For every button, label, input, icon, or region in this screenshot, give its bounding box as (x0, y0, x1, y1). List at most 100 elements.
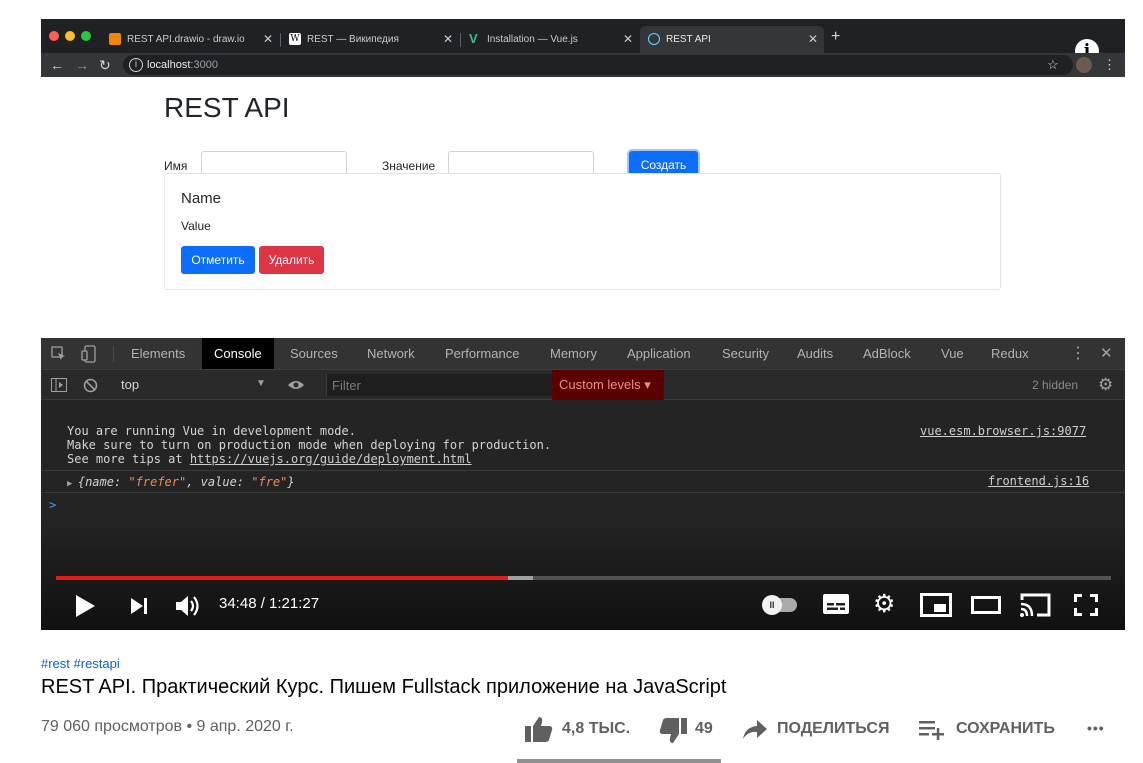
site-info-icon[interactable]: i (129, 58, 143, 72)
devtools-tab-adblock[interactable]: AdBlock (863, 338, 911, 369)
back-arrow-icon[interactable]: ← (50, 53, 64, 77)
next-video-icon[interactable] (129, 596, 149, 616)
console-settings-gear-icon[interactable]: ⚙ (1098, 375, 1113, 395)
time-display: 34:48 / 1:21:27 (219, 595, 320, 612)
new-tab-button[interactable]: + (831, 27, 840, 51)
cast-icon[interactable] (1019, 592, 1052, 618)
hashtags-link[interactable]: #rest #restapi (41, 656, 120, 671)
device-toolbar-icon[interactable] (81, 345, 97, 363)
volume-icon[interactable] (174, 593, 202, 619)
expand-triangle-icon[interactable]: ▶ (67, 479, 78, 489)
context-dropdown-icon[interactable]: ▼ (256, 378, 266, 389)
played-bar (56, 576, 508, 580)
devtools-tab-vue[interactable]: Vue (941, 338, 964, 369)
minimize-window-dot[interactable] (65, 31, 75, 41)
console-sidebar-icon[interactable] (51, 378, 67, 392)
tab-close-icon[interactable]: ✕ (808, 26, 818, 53)
forward-arrow-icon[interactable]: → (75, 53, 89, 77)
inspect-element-icon[interactable] (51, 346, 67, 362)
browser-tab-rest-api[interactable]: REST API ✕ (640, 26, 824, 53)
browser-menu-icon[interactable]: ⋮ (1103, 53, 1116, 77)
profile-avatar[interactable] (1076, 57, 1092, 73)
console-object-message[interactable]: ▶ {name: "frefer", value: "fre"} (67, 475, 295, 489)
tab-close-icon[interactable]: ✕ (623, 26, 633, 53)
console-source-link[interactable]: frontend.js:16 (988, 474, 1089, 488)
reload-icon[interactable]: ↻ (99, 53, 111, 77)
web-page: REST API Имя Значение Создать Name Value… (41, 77, 1125, 338)
dislike-thumb-icon[interactable] (659, 718, 687, 744)
card-name: Name (181, 190, 222, 207)
browser-toolbar: ← → ↻ i localhost:3000 ☆ ⋮ (41, 53, 1125, 77)
devtools-tab-console[interactable]: Console (202, 338, 274, 369)
devtools-tab-network[interactable]: Network (367, 338, 415, 369)
subtitles-icon[interactable] (823, 594, 849, 614)
tab-label: REST API (666, 34, 711, 45)
console-prompt[interactable]: > (49, 498, 56, 512)
hidden-count: 2 hidden (1032, 378, 1079, 392)
devtools-tab-performance[interactable]: Performance (445, 338, 519, 369)
autoplay-toggle[interactable]: II (762, 595, 797, 615)
browser-tabbar: REST API.drawio - draw.io ✕ W REST — Вик… (41, 19, 1125, 63)
tab-label: REST — Википедия (307, 34, 399, 45)
more-actions-icon[interactable]: ••• (1087, 720, 1105, 736)
settings-gear-icon[interactable]: ⚙ (873, 589, 895, 619)
miniplayer-icon[interactable] (920, 593, 952, 617)
wikipedia-favicon-icon: W (289, 33, 301, 45)
delete-button[interactable]: Удалить (259, 246, 324, 274)
tab-close-icon[interactable]: ✕ (263, 26, 273, 53)
item-card: Name Value Отметить Удалить (164, 173, 1001, 290)
progress-bar[interactable] (56, 576, 1111, 580)
devtools-tab-security[interactable]: Security (722, 338, 769, 369)
console-message-line: You are running Vue in development mode. (67, 424, 356, 438)
video-player[interactable]: REST API.drawio - draw.io ✕ W REST — Вик… (41, 19, 1125, 630)
deployment-guide-link[interactable]: https://vuejs.org/guide/deployment.html (190, 452, 472, 466)
close-window-dot[interactable] (49, 31, 59, 41)
clear-console-icon[interactable] (83, 378, 98, 393)
devtools-close-icon[interactable]: ✕ (1100, 338, 1113, 369)
browser-tab-vue[interactable]: V Installation — Vue.js ✕ (461, 26, 639, 53)
like-dislike-ratio-bar (517, 759, 721, 763)
fullscreen-icon[interactable] (1074, 594, 1098, 616)
devtools-tab-sources[interactable]: Sources (290, 338, 338, 369)
devtools-tabbar: Elements Console Sources Network Perform… (41, 338, 1125, 370)
autoplay-pause-icon: II (762, 595, 782, 615)
log-levels-dropdown[interactable]: Custom levels ▾ (552, 370, 664, 400)
url-text: localhost:3000 (147, 59, 218, 71)
devtools-tab-audits[interactable]: Audits (797, 338, 833, 369)
console-filter-input[interactable]: Filter (326, 374, 552, 396)
context-selector[interactable]: top (121, 377, 139, 392)
tab-close-icon[interactable]: ✕ (443, 26, 453, 53)
save-playlist-add-icon[interactable] (919, 720, 945, 740)
play-icon[interactable] (74, 594, 96, 618)
console-message-line: See more tips at https://vuejs.org/guide… (67, 452, 472, 466)
save-button[interactable]: СОХРАНИТЬ (956, 720, 1055, 738)
like-thumb-icon[interactable] (525, 716, 553, 742)
react-favicon-icon (648, 33, 660, 45)
tab-label: Installation — Vue.js (487, 34, 578, 45)
address-bar[interactable]: i localhost:3000 (123, 55, 1073, 75)
browser-tab-wikipedia[interactable]: W REST — Википедия ✕ (281, 26, 459, 53)
page-title: REST API (164, 92, 290, 123)
like-count[interactable]: 4,8 ТЫС. (562, 720, 630, 738)
value-label: Значение (382, 159, 436, 173)
devtools-tab-application[interactable]: Application (627, 338, 691, 369)
dislike-count[interactable]: 49 (695, 720, 713, 738)
controls-gradient (41, 519, 1125, 630)
theater-mode-icon[interactable] (971, 596, 1001, 614)
devtools-tab-elements[interactable]: Elements (131, 338, 185, 369)
share-button[interactable]: ПОДЕЛИТЬСЯ (777, 720, 889, 738)
mark-button[interactable]: Отметить (181, 246, 255, 274)
devtools-tab-redux[interactable]: Redux (991, 338, 1029, 369)
devtools-tab-memory[interactable]: Memory (550, 338, 597, 369)
tab-label: REST API.drawio - draw.io (127, 34, 245, 45)
video-title: REST API. Практический Курс. Пишем Fulls… (41, 676, 727, 698)
browser-tab-drawio[interactable]: REST API.drawio - draw.io ✕ (101, 26, 279, 53)
drawio-favicon-icon (109, 33, 121, 45)
live-expression-eye-icon[interactable] (287, 379, 305, 391)
console-toolbar: top ▼ Filter Custom levels ▾ 2 hidden ⚙ (41, 370, 1125, 400)
bookmark-star-icon[interactable]: ☆ (1047, 53, 1059, 77)
maximize-window-dot[interactable] (81, 31, 91, 41)
share-arrow-icon[interactable] (742, 719, 768, 741)
devtools-menu-icon[interactable]: ⋮ (1070, 338, 1086, 369)
console-source-link[interactable]: vue.esm.browser.js:9077 (920, 424, 1086, 438)
